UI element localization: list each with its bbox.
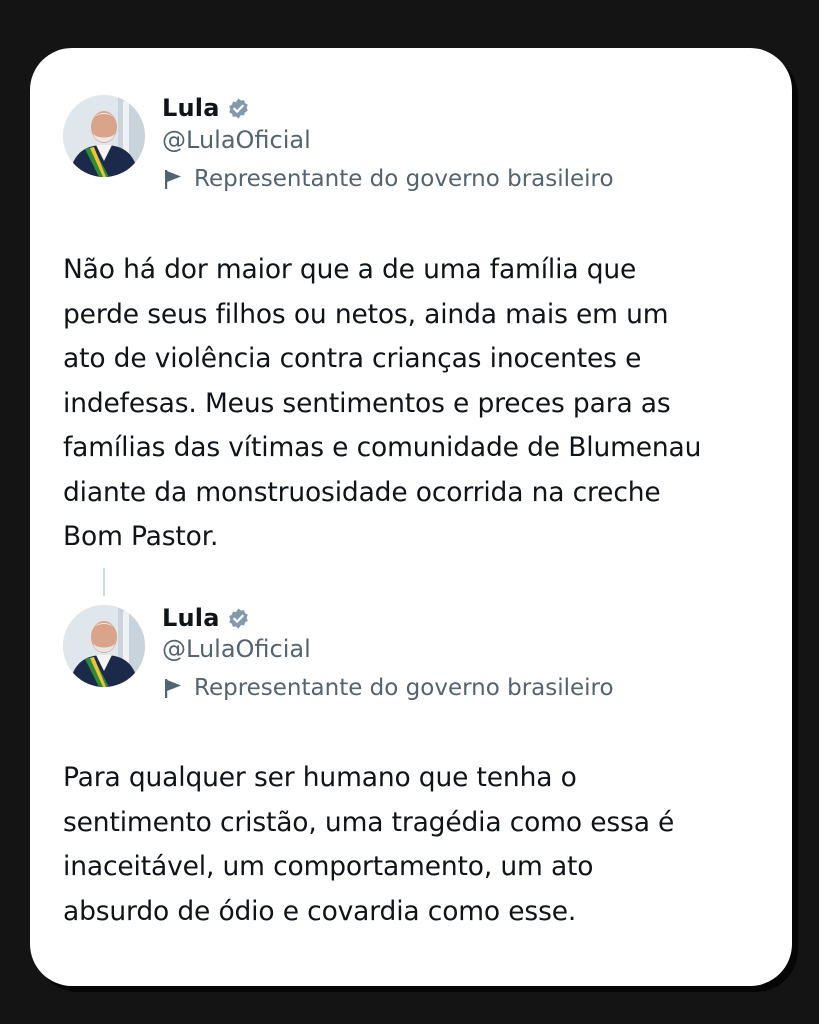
government-label[interactable]: Representante do governo brasileiro [162,166,614,192]
author-name-row: Lula [162,93,250,123]
avatar-portrait-icon [63,605,145,687]
author-handle[interactable]: @LulaOficial [162,635,311,663]
tweet-1[interactable]: Lula @LulaOficial Representante do gover… [30,48,792,578]
verified-badge-icon [227,607,250,630]
tweet-2[interactable]: Lula @LulaOficial Representante do gover… [30,578,792,986]
avatar-portrait-icon [63,95,145,177]
flag-icon [162,677,184,699]
tweet-text: Para qualquer ser humano que tenha o sen… [63,762,675,927]
author-name[interactable]: Lula [162,94,220,122]
author-name[interactable]: Lula [162,604,220,632]
tweet-thread-card: Lula @LulaOficial Representante do gover… [30,48,792,986]
government-label-text: Representante do governo brasileiro [194,166,614,192]
author-handle[interactable]: @LulaOficial [162,126,311,154]
government-label-text: Representante do governo brasileiro [194,675,614,701]
flag-icon [162,168,184,190]
government-label[interactable]: Representante do governo brasileiro [162,675,614,701]
avatar[interactable] [63,95,145,177]
author-name-row: Lula [162,603,250,633]
avatar[interactable] [63,605,145,687]
tweet-text: Não há dor maior que a de uma família qu… [63,254,702,552]
verified-badge-icon [227,97,250,120]
